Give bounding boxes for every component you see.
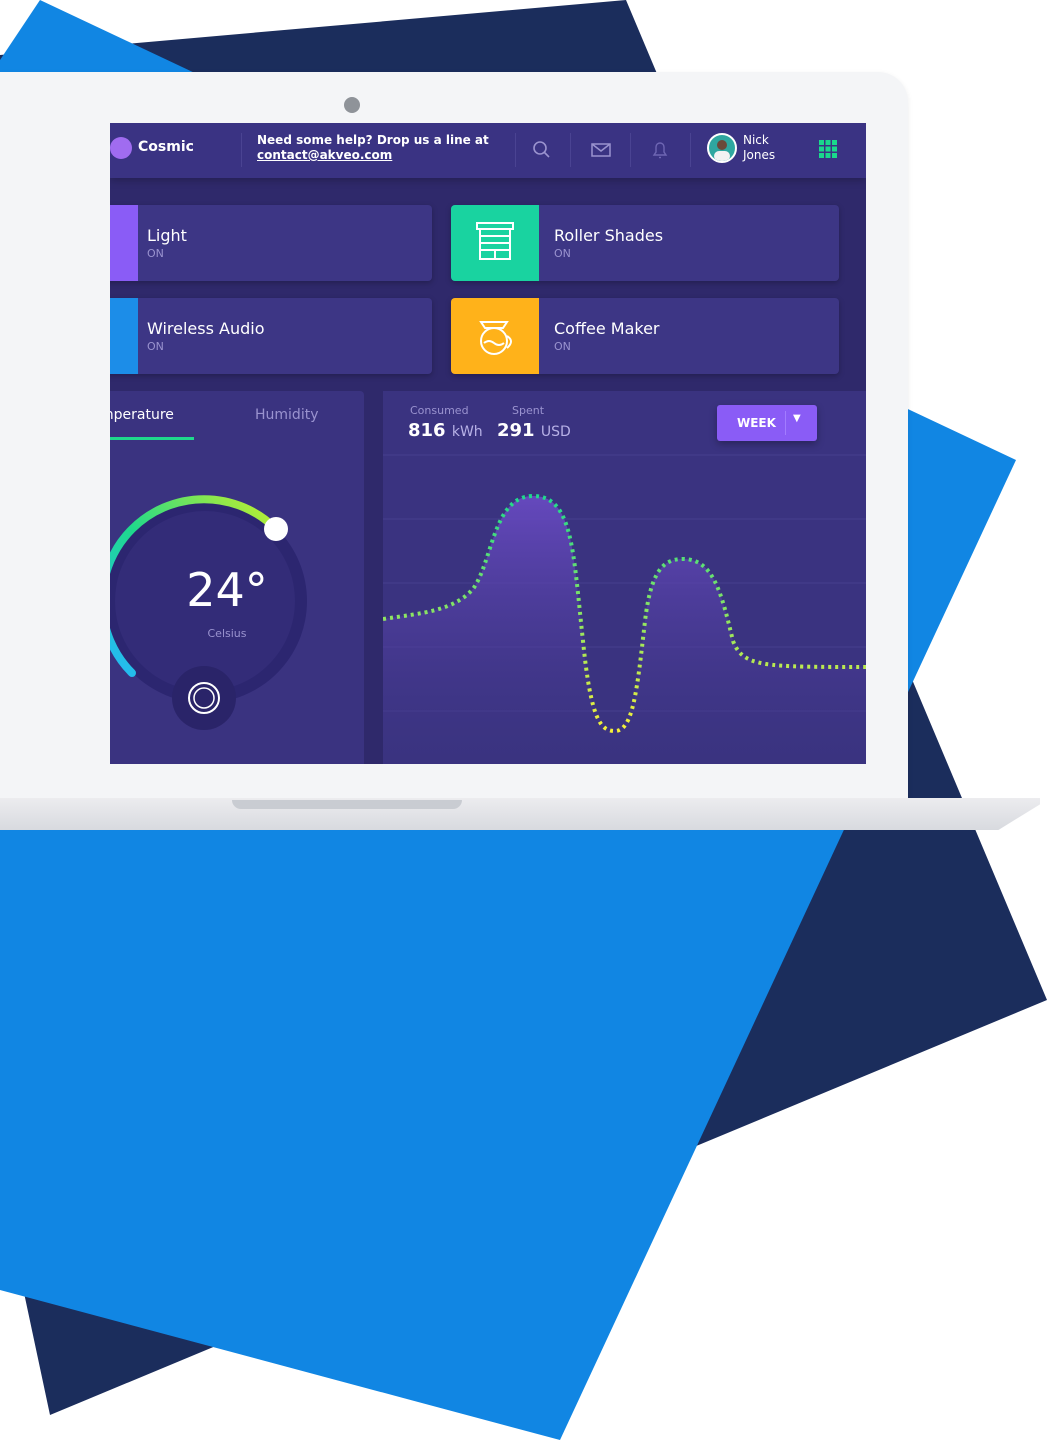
temperature-value: 24°: [186, 563, 268, 617]
spent-unit: USD: [540, 424, 571, 440]
consumed-value: 816: [408, 420, 446, 441]
coffee-maker-tile: [451, 298, 539, 374]
header-divider: [630, 133, 631, 167]
logo-icon: [110, 137, 132, 159]
mail-icon[interactable]: [590, 139, 612, 161]
roller-shades-icon: [476, 222, 514, 260]
avatar-image: [714, 140, 730, 161]
device-state: ON: [554, 247, 571, 260]
device-state: ON: [147, 247, 164, 260]
chart-area: [383, 496, 866, 764]
consumption-panel: [383, 391, 866, 764]
brand-name[interactable]: Cosmic: [138, 139, 194, 155]
user-first-name: Nick: [743, 133, 769, 147]
apps-grid-icon[interactable]: [819, 140, 837, 158]
header-divider: [515, 133, 516, 167]
temperature-unit: Celsius: [207, 627, 247, 640]
bulb-icon: [110, 205, 138, 281]
tab-temperature[interactable]: mperature: [110, 407, 174, 423]
device-name: Wireless Audio: [147, 319, 265, 338]
power-button[interactable]: [172, 666, 236, 730]
laptop-base: [0, 798, 1040, 830]
laptop-notch: [232, 800, 462, 809]
device-state: ON: [554, 340, 571, 353]
audio-icon: [110, 298, 138, 374]
top-header: Cosmic Need some help? Drop us a line at…: [110, 123, 866, 178]
active-tab-underline: [110, 437, 194, 440]
device-state: ON: [147, 340, 164, 353]
help-text: Need some help? Drop us a line at contac…: [257, 133, 489, 163]
device-card-coffee-maker[interactable]: Coffee Maker ON: [451, 298, 839, 374]
chevron-down-icon: ▼: [793, 413, 801, 424]
spent-value: 291: [497, 420, 535, 441]
period-label: WEEK: [737, 416, 776, 430]
coffee-maker-icon: [479, 321, 512, 355]
spent-value-block: 291 USD: [497, 420, 571, 441]
help-email-link[interactable]: contact@akveo.com: [257, 148, 489, 163]
consumed-value-block: 816 kWh: [408, 420, 483, 441]
dial-handle[interactable]: [264, 517, 288, 541]
consumption-chart: [383, 454, 866, 764]
header-divider: [570, 133, 571, 167]
laptop-camera: [344, 97, 360, 113]
device-name: Coffee Maker: [554, 319, 660, 338]
search-icon[interactable]: [531, 139, 553, 161]
consumed-label: Consumed: [410, 404, 469, 417]
button-divider: [785, 411, 786, 435]
roller-shades-tile: [451, 205, 539, 281]
device-card-wireless-audio[interactable]: Wireless Audio ON: [110, 298, 432, 374]
help-line: Need some help? Drop us a line at: [257, 133, 489, 147]
user-name[interactable]: Nick Jones: [743, 133, 775, 163]
device-name: Light: [147, 226, 187, 245]
header-divider: [690, 133, 691, 167]
temperature-dial: [110, 495, 307, 730]
user-last-name: Jones: [743, 148, 776, 162]
dashboard-screen: Cosmic Need some help? Drop us a line at…: [110, 123, 866, 764]
device-card-light[interactable]: Light ON: [110, 205, 432, 281]
device-card-roller-shades[interactable]: Roller Shades ON: [451, 205, 839, 281]
header-divider: [241, 133, 242, 167]
bell-icon[interactable]: [649, 139, 671, 161]
spent-label: Spent: [512, 404, 545, 417]
consumed-unit: kWh: [451, 424, 483, 440]
avatar[interactable]: [707, 133, 737, 163]
period-select-button[interactable]: WEEK ▼: [717, 405, 817, 441]
tab-humidity[interactable]: Humidity: [255, 407, 318, 423]
device-name: Roller Shades: [554, 226, 664, 245]
